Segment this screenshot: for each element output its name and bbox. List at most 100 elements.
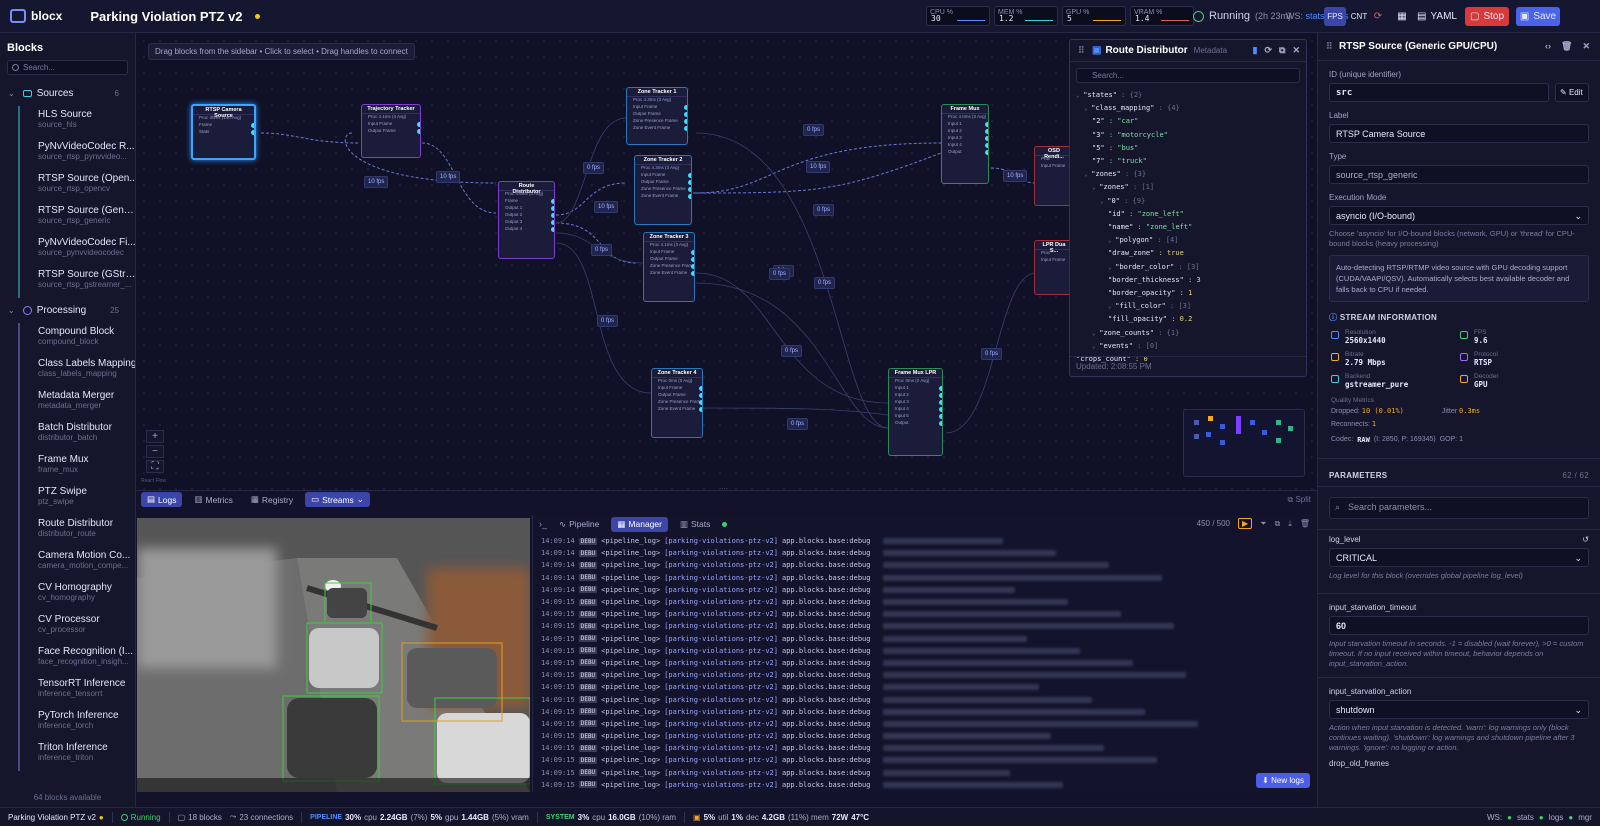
node-zt3[interactable]: Zone Tracker 3 Proc 4.1ms (3 Avg) Input Fr…: [643, 232, 695, 302]
node-port[interactable]: [684, 119, 687, 124]
json-line[interactable]: "border_opacity" : 1: [1076, 287, 1300, 300]
block-item[interactable]: Class Labels Mapping class_labels_mapping: [18, 355, 135, 387]
block-item[interactable]: TensorRT Inference inference_tensorrt: [18, 675, 127, 707]
starvation-timeout-input[interactable]: 60: [1329, 616, 1589, 635]
grid-icon[interactable]: ▦: [1394, 7, 1410, 26]
close-icon[interactable]: ✕: [1292, 45, 1300, 56]
json-line[interactable]: "7" : "truck": [1076, 155, 1300, 168]
node-port[interactable]: [985, 136, 988, 141]
play-icon[interactable]: ▶: [1238, 518, 1253, 529]
fps-toggle-button[interactable]: FPS: [1324, 7, 1346, 26]
node-port[interactable]: [985, 129, 988, 134]
new-logs-button[interactable]: ⬇ New logs: [1256, 773, 1310, 788]
json-line[interactable]: "name" : "zone_left": [1076, 221, 1300, 234]
node-port[interactable]: [417, 122, 420, 127]
node-port[interactable]: [939, 421, 942, 426]
node-port[interactable]: [688, 187, 691, 192]
drag-handle-icon[interactable]: ⠿: [1078, 45, 1085, 56]
node-port[interactable]: [699, 407, 702, 412]
block-item[interactable]: Face Recognition (I... face_recognition_i…: [18, 643, 133, 675]
log-row[interactable]: 14:09:14 DEBU <pipeline_log> [parking-viola…: [533, 535, 1316, 547]
node-port[interactable]: [939, 386, 942, 391]
block-item[interactable]: PyTorch Inference inference_torch: [18, 707, 127, 739]
json-line[interactable]: ⌄ "zones" : [1]: [1076, 181, 1300, 194]
log-row[interactable]: 14:09:15 DEBU <pipeline_log> [parking-viola…: [533, 706, 1316, 718]
code-icon[interactable]: ‹›: [1545, 41, 1551, 52]
log-row[interactable]: 14:09:15 DEBU <pipeline_log> [parking-viola…: [533, 742, 1316, 754]
node-fmuxlpr[interactable]: Frame Mux LPR Proc 0ms (0 Avg) Input 1 Inpu…: [888, 368, 943, 456]
block-item[interactable]: Frame Mux frame_mux: [18, 451, 127, 483]
log-row[interactable]: 14:09:15 DEBU <pipeline_log> [parking-viola…: [533, 693, 1316, 705]
node-port[interactable]: [699, 386, 702, 391]
log-row[interactable]: 14:09:14 DEBU <pipeline_log> [parking-viola…: [533, 572, 1316, 584]
tab-metrics[interactable]: ▥ Metrics: [188, 492, 238, 507]
log-tab-manager[interactable]: ▦ Manager: [611, 516, 668, 532]
node-port[interactable]: [551, 206, 554, 211]
edit-button[interactable]: ✎ Edit: [1555, 83, 1589, 102]
json-line[interactable]: "draw_zone" : true: [1076, 247, 1300, 260]
log-row[interactable]: 14:09:15 DEBU <pipeline_log> [parking-viola…: [533, 754, 1316, 766]
label-field[interactable]: RTSP Camera Source: [1329, 124, 1589, 143]
save-button[interactable]: ▣ Save: [1516, 7, 1560, 26]
block-item[interactable]: CV Homography cv_homography: [18, 579, 127, 611]
log-row[interactable]: 14:09:15 DEBU <pipeline_log> [parking-viola…: [533, 779, 1316, 791]
json-line[interactable]: ⌄ "class_mapping" : {4}: [1076, 102, 1300, 115]
json-line[interactable]: ⌄ "fill_color" : [3]: [1076, 300, 1300, 313]
json-line[interactable]: "border_thickness" : 3: [1076, 274, 1300, 287]
block-item[interactable]: Batch Distributor distributor_batch: [18, 419, 127, 451]
node-port[interactable]: [551, 227, 554, 232]
node-port[interactable]: [985, 122, 988, 127]
download-icon[interactable]: ⤓: [1288, 519, 1292, 529]
node-port[interactable]: [684, 126, 687, 131]
resize-handle-icon[interactable]: ⋯: [721, 485, 728, 493]
node-port[interactable]: [985, 143, 988, 148]
id-field[interactable]: src: [1329, 83, 1549, 102]
category-sources[interactable]: ⌄ Sources 6: [0, 81, 135, 106]
node-port[interactable]: [688, 194, 691, 199]
node-port[interactable]: [939, 393, 942, 398]
delete-icon[interactable]: 🗑: [1561, 41, 1572, 52]
log-row[interactable]: 14:09:14 DEBU <pipeline_log> [parking-viola…: [533, 559, 1316, 571]
category-processing[interactable]: ⌄ Processing 25: [0, 298, 135, 323]
popout-icon[interactable]: ⧉: [1279, 45, 1285, 56]
drag-handle-icon[interactable]: ⠿: [1326, 41, 1333, 52]
node-port[interactable]: [699, 393, 702, 398]
block-item[interactable]: Triton Inference inference_triton: [18, 739, 127, 771]
log-row[interactable]: 14:09:15 DEBU <pipeline_log> [parking-viola…: [533, 608, 1316, 620]
node-port[interactable]: [551, 220, 554, 225]
node-zt1[interactable]: Zone Tracker 1 Proc 4.3ms (3 Avg) Input Fr…: [626, 87, 688, 145]
cnt-toggle-button[interactable]: CNT: [1348, 7, 1370, 26]
ws-logs[interactable]: logs: [1549, 813, 1564, 822]
node-port[interactable]: [691, 250, 694, 255]
block-item[interactable]: Compound Block compound_block: [18, 323, 127, 355]
log-row[interactable]: 14:09:15 DEBU <pipeline_log> [parking-viola…: [533, 620, 1316, 632]
log-row[interactable]: 14:09:15 DEBU <pipeline_log> [parking-viola…: [533, 681, 1316, 693]
node-port[interactable]: [688, 180, 691, 185]
block-item[interactable]: CV Processor cv_processor: [18, 611, 127, 643]
ws-mgr[interactable]: mgr: [1578, 813, 1592, 822]
node-route[interactable]: Route Distributor Proc 4.6ms (3 Avg) Frame…: [498, 181, 555, 259]
route-panel-search-input[interactable]: Search...: [1076, 68, 1300, 83]
json-line[interactable]: ⌄ "polygon" : [4]: [1076, 234, 1300, 247]
sidebar-search-input[interactable]: Search...: [7, 60, 128, 75]
node-port[interactable]: [684, 105, 687, 110]
node-port[interactable]: [251, 123, 254, 128]
block-item[interactable]: Camera Motion Co... camera_motion_compe..…: [18, 547, 130, 579]
json-line[interactable]: "2" : "car": [1076, 115, 1300, 128]
tab-logs[interactable]: ▤ Logs: [141, 492, 183, 507]
zoom-in-button[interactable]: +: [146, 430, 164, 443]
ws-stats[interactable]: stats: [1517, 813, 1534, 822]
minimap[interactable]: [1183, 409, 1305, 477]
node-port[interactable]: [688, 173, 691, 178]
log-row[interactable]: 14:09:15 DEBU <pipeline_log> [parking-viola…: [533, 645, 1316, 657]
fit-view-button[interactable]: ⛶: [146, 460, 164, 473]
split-button[interactable]: ⧉ Split: [1288, 495, 1312, 505]
json-line[interactable]: ⌄ "zones" : {3}: [1076, 168, 1300, 181]
reset-icon[interactable]: ↺: [1582, 535, 1589, 544]
node-port[interactable]: [691, 257, 694, 262]
yaml-button[interactable]: ▤ YAML: [1414, 7, 1460, 26]
trash-icon[interactable]: 🗑: [1300, 519, 1310, 528]
exec-mode-select[interactable]: asyncio (I/O-bound) ⌄: [1329, 206, 1589, 225]
parameters-search-input[interactable]: ⌕ Search parameters...: [1329, 497, 1589, 519]
log-tab-pipeline[interactable]: ∿ Pipeline: [553, 517, 605, 532]
